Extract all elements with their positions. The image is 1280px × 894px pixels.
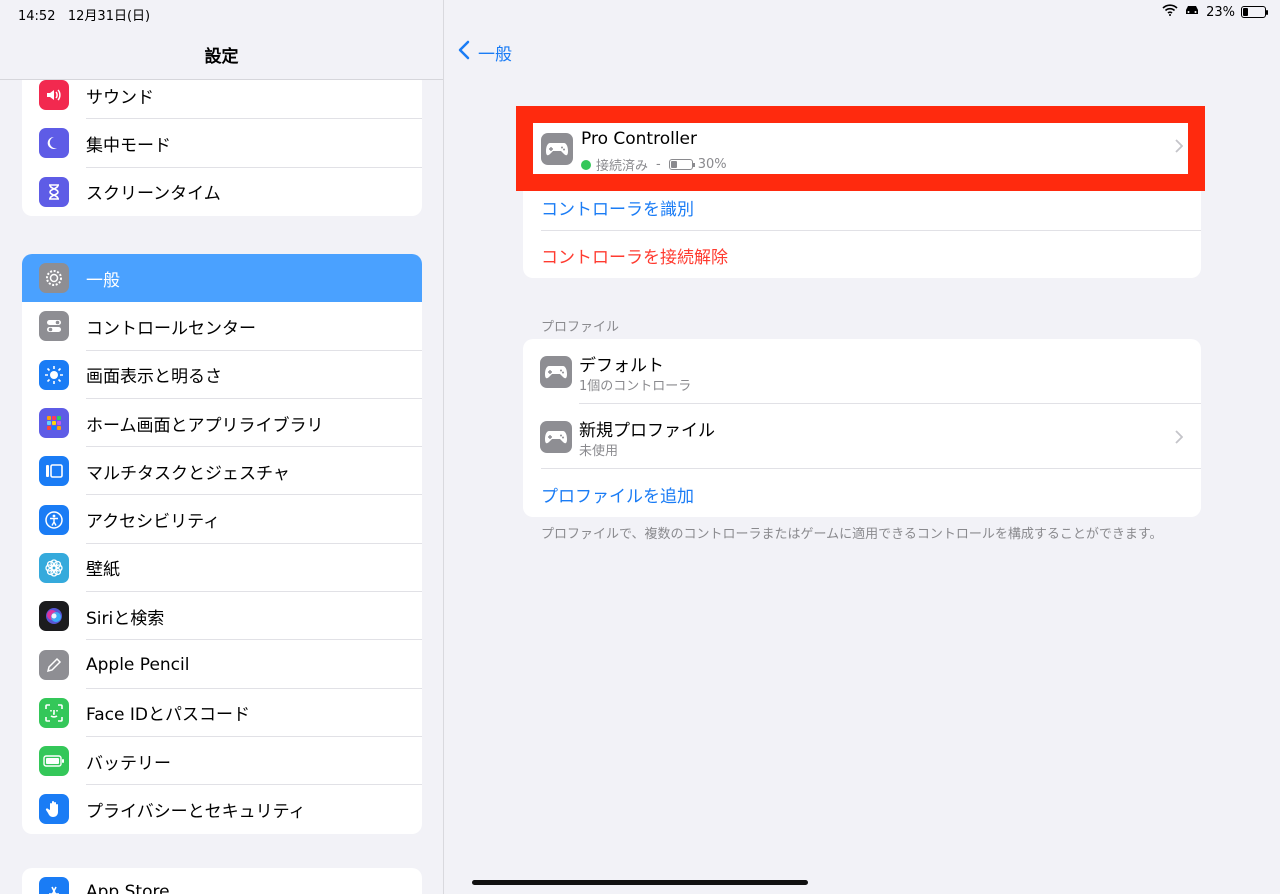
- sidebar-item-general[interactable]: 一般: [22, 254, 422, 303]
- sidebar-item-focus[interactable]: 集中モード: [22, 119, 422, 168]
- sidebar-item-control-center[interactable]: コントロールセンター: [22, 302, 422, 351]
- sidebar-header: 14:52 12月31日(日) 設定: [0, 0, 443, 80]
- chevron-right-icon: [1175, 137, 1184, 158]
- multitask-icon: [39, 456, 69, 487]
- sidebar-item-face-id[interactable]: Face IDとパスコード: [22, 689, 422, 737]
- home-indicator: [472, 880, 808, 885]
- settings-group-1: サウンド 集中モード スクリーンタイム: [22, 71, 422, 216]
- disconnect-controller-button[interactable]: コントローラを接続解除: [523, 231, 1201, 278]
- faceid-icon: [39, 697, 69, 728]
- sidebar-item-home-screen[interactable]: ホーム画面とアプリライブラリ: [22, 399, 422, 448]
- controller-status: 接続済み - 30%: [581, 155, 727, 174]
- status-time: 14:52 12月31日(日): [18, 9, 151, 24]
- gear-icon: [39, 263, 69, 294]
- chevron-right-icon: [1175, 428, 1184, 449]
- sidebar-item-label: マルチタスクとジェスチャ: [86, 463, 290, 484]
- status-battery-icon: [1241, 6, 1268, 18]
- sidebar-item-label: 壁紙: [86, 560, 120, 581]
- sidebar-item-wallpaper[interactable]: 壁紙: [22, 544, 422, 593]
- sidebar: 14:52 12月31日(日) 設定 サウンド 集中モード スクリーンタイム 一…: [0, 0, 444, 894]
- sidebar-item-siri[interactable]: Siriと検索: [22, 592, 422, 641]
- hourglass-icon: [39, 176, 69, 207]
- back-label: 一般: [478, 45, 512, 65]
- sidebar-item-battery[interactable]: バッテリー: [22, 737, 422, 786]
- moon-icon: [39, 128, 69, 159]
- controller-row[interactable]: Pro Controller 接続済み - 30%: [523, 115, 1201, 183]
- chevron-left-icon: [458, 40, 470, 65]
- sidebar-item-label: App Store: [86, 882, 170, 894]
- sidebar-item-label: コントロールセンター: [86, 318, 256, 339]
- disconnect-controller-label: コントローラを接続解除: [541, 248, 728, 268]
- sidebar-item-label: Face IDとパスコード: [86, 705, 250, 726]
- settings-group-2: 一般 コントロールセンター 画面表示と明るさ ホーム画面とアプリライブラリ マル…: [22, 254, 422, 834]
- controller-battery-level: 30%: [697, 157, 727, 172]
- gamecontroller-icon: [541, 133, 573, 165]
- sidebar-item-label: アクセシビリティ: [86, 512, 221, 533]
- sidebar-item-apple-pencil[interactable]: Apple Pencil: [22, 640, 422, 689]
- sidebar-title: 設定: [204, 47, 239, 67]
- gamecontroller-icon: [540, 421, 572, 453]
- add-profile-label: プロファイルを追加: [541, 487, 694, 507]
- profile-name: 新規プロファイル: [579, 421, 715, 441]
- profile-name: デフォルト: [579, 356, 664, 376]
- profiles-card: デフォルト 1個のコントローラ 新規プロファイル 未使用 プロファイルを追加: [523, 339, 1201, 517]
- car-icon: [1184, 4, 1200, 20]
- wifi-icon: [1162, 4, 1178, 20]
- hand-icon: [39, 794, 69, 825]
- profile-detail: 未使用: [579, 444, 619, 459]
- settings-group-3: App Store: [22, 868, 422, 894]
- sidebar-item-label: Siriと検索: [86, 608, 165, 629]
- sidebar-item-label: ホーム画面とアプリライブラリ: [86, 415, 324, 436]
- sidebar-item-label: 集中モード: [86, 135, 171, 156]
- profile-new-row[interactable]: 新規プロファイル 未使用: [523, 404, 1201, 469]
- profile-default-row[interactable]: デフォルト 1個のコントローラ: [523, 339, 1201, 404]
- grid-icon: [39, 408, 69, 439]
- sidebar-item-label: 一般: [86, 270, 120, 291]
- battery-icon: [39, 746, 69, 777]
- speaker-icon: [39, 80, 69, 111]
- accessibility-icon: [39, 504, 69, 535]
- add-profile-button[interactable]: プロファイルを追加: [523, 469, 1201, 517]
- sidebar-item-label: サウンド: [86, 87, 154, 108]
- sidebar-item-screen-time[interactable]: スクリーンタイム: [22, 168, 422, 216]
- profile-detail: 1個のコントローラ: [579, 379, 692, 394]
- connected-dot-icon: [581, 159, 591, 170]
- sidebar-item-display[interactable]: 画面表示と明るさ: [22, 351, 422, 399]
- identify-controller-label: コントローラを識別: [541, 200, 694, 220]
- pencil-icon: [39, 649, 69, 680]
- sidebar-item-multitasking[interactable]: マルチタスクとジェスチャ: [22, 447, 422, 496]
- profiles-section-label: プロファイル: [541, 320, 620, 335]
- sidebar-item-label: バッテリー: [86, 753, 171, 774]
- battery-percent: 23%: [1206, 4, 1235, 20]
- sun-icon: [39, 359, 69, 390]
- controller-name: Pro Controller: [581, 129, 697, 149]
- siri-icon: [39, 601, 69, 632]
- sidebar-item-app-store[interactable]: App Store: [22, 868, 422, 894]
- toggles-icon: [39, 311, 69, 342]
- sidebar-item-accessibility[interactable]: アクセシビリティ: [22, 495, 422, 544]
- gamecontroller-icon: [540, 356, 572, 388]
- controller-battery-icon: [668, 159, 695, 170]
- sidebar-item-privacy[interactable]: プライバシーとセキュリティ: [22, 785, 422, 833]
- sidebar-item-label: プライバシーとセキュリティ: [86, 801, 306, 822]
- identify-controller-button[interactable]: コントローラを識別: [523, 183, 1201, 231]
- profiles-footnote: プロファイルで、複数のコントローラまたはゲームに適用できるコントロールを構成する…: [541, 527, 1163, 542]
- status-bar-right: 23%: [1162, 4, 1268, 20]
- flower-icon: [39, 552, 69, 583]
- appstore-icon: [39, 877, 69, 894]
- sidebar-item-label: Apple Pencil: [86, 654, 190, 675]
- sidebar-item-label: スクリーンタイム: [86, 184, 221, 205]
- sidebar-item-label: 画面表示と明るさ: [86, 367, 222, 388]
- status-date: 12月31日(日): [67, 9, 151, 24]
- back-button[interactable]: 一般: [458, 40, 512, 65]
- controller-card: Pro Controller 接続済み - 30% コントローラを識別 コントロ…: [523, 115, 1201, 278]
